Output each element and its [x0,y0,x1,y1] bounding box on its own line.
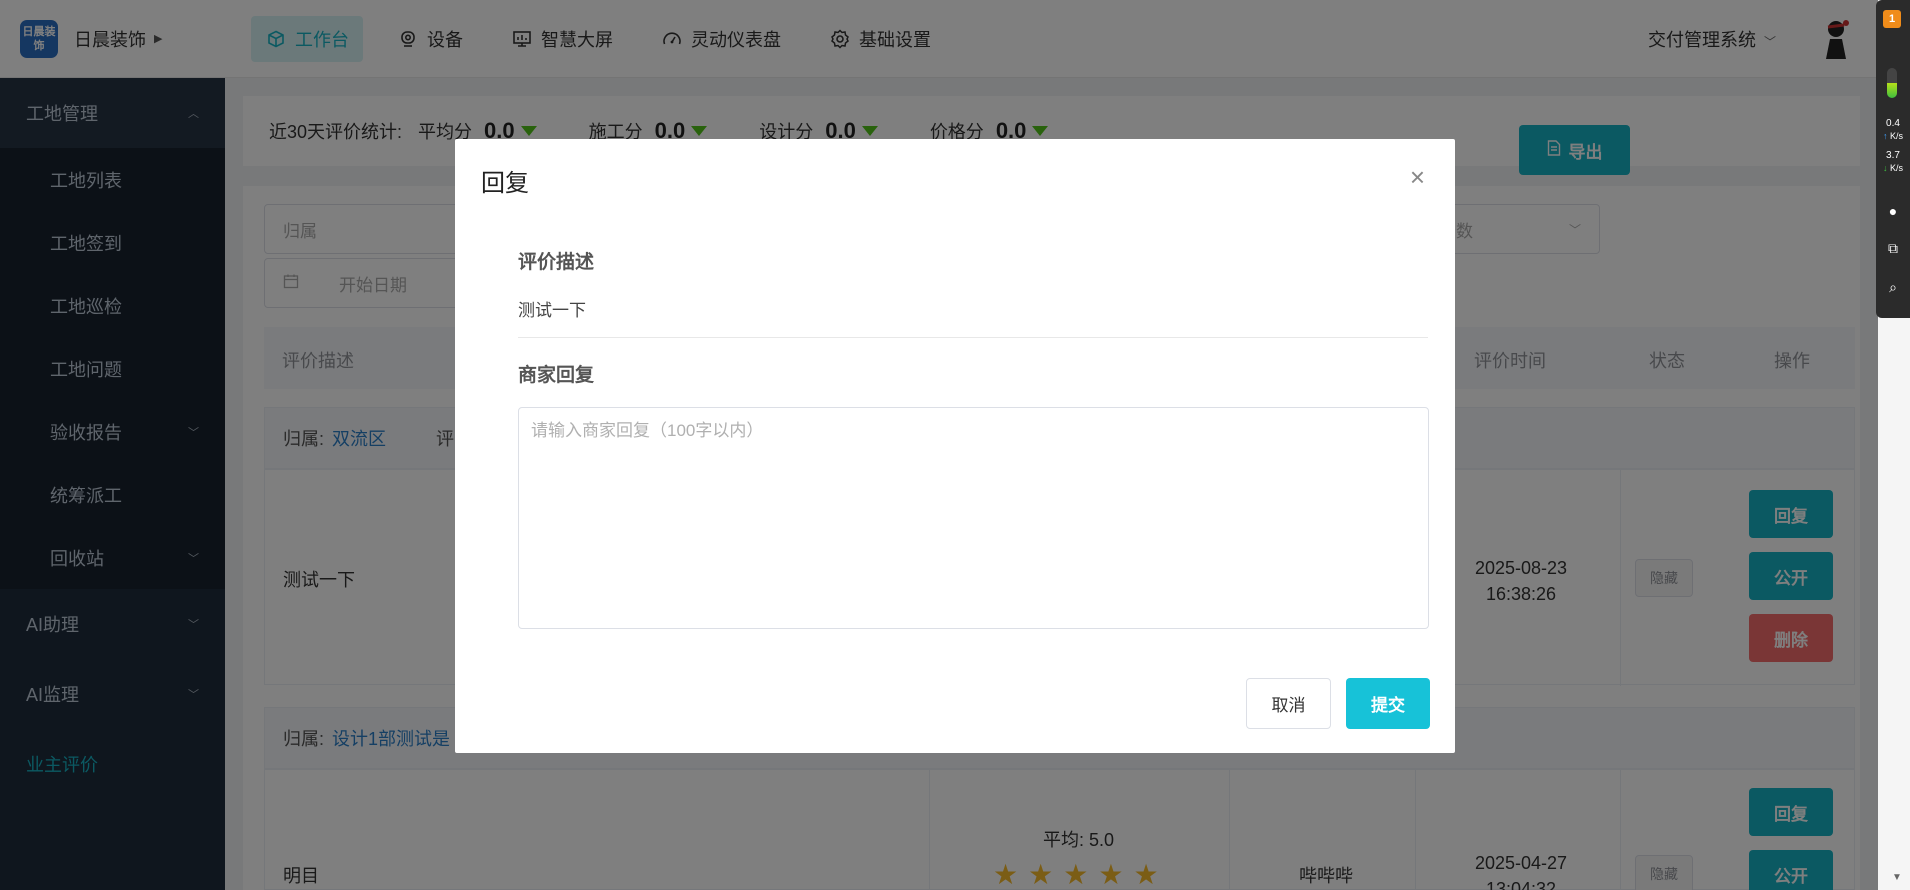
download-speed: 3.7 [1886,150,1900,161]
close-icon[interactable]: × [1410,164,1425,190]
network-monitor-widget[interactable]: 1 0.4 ↑ K/s 3.7 ↓ K/s ● ⧉ ⌕ [1876,0,1910,318]
upload-speed: 0.4 [1886,118,1900,129]
review-desc-label: 评价描述 [518,252,595,273]
download-unit: ↓ K/s [1882,163,1904,173]
divider [518,337,1428,338]
crop-icon[interactable]: ⧉ [1885,240,1901,256]
notification-badge[interactable]: 1 [1883,10,1901,28]
submit-button[interactable]: 提交 [1346,678,1430,729]
cancel-button[interactable]: 取消 [1246,678,1331,729]
submit-button-label: 提交 [1371,696,1405,715]
review-desc-text: 测试一下 [518,301,586,320]
upload-unit: ↑ K/s [1882,131,1904,141]
scroll-down-icon[interactable]: ▼ [1892,872,1902,883]
cancel-button-label: 取消 [1271,696,1306,715]
search-icon[interactable]: ⌕ [1885,279,1901,295]
merchant-reply-label: 商家回复 [518,365,595,386]
dialog-title: 回复 [481,170,529,197]
reply-dialog: 回复 × 评价描述 测试一下 商家回复 取消 提交 [455,139,1455,753]
memory-meter [1887,68,1897,98]
merchant-reply-input[interactable] [518,407,1429,629]
chat-icon[interactable]: ● [1885,203,1901,219]
